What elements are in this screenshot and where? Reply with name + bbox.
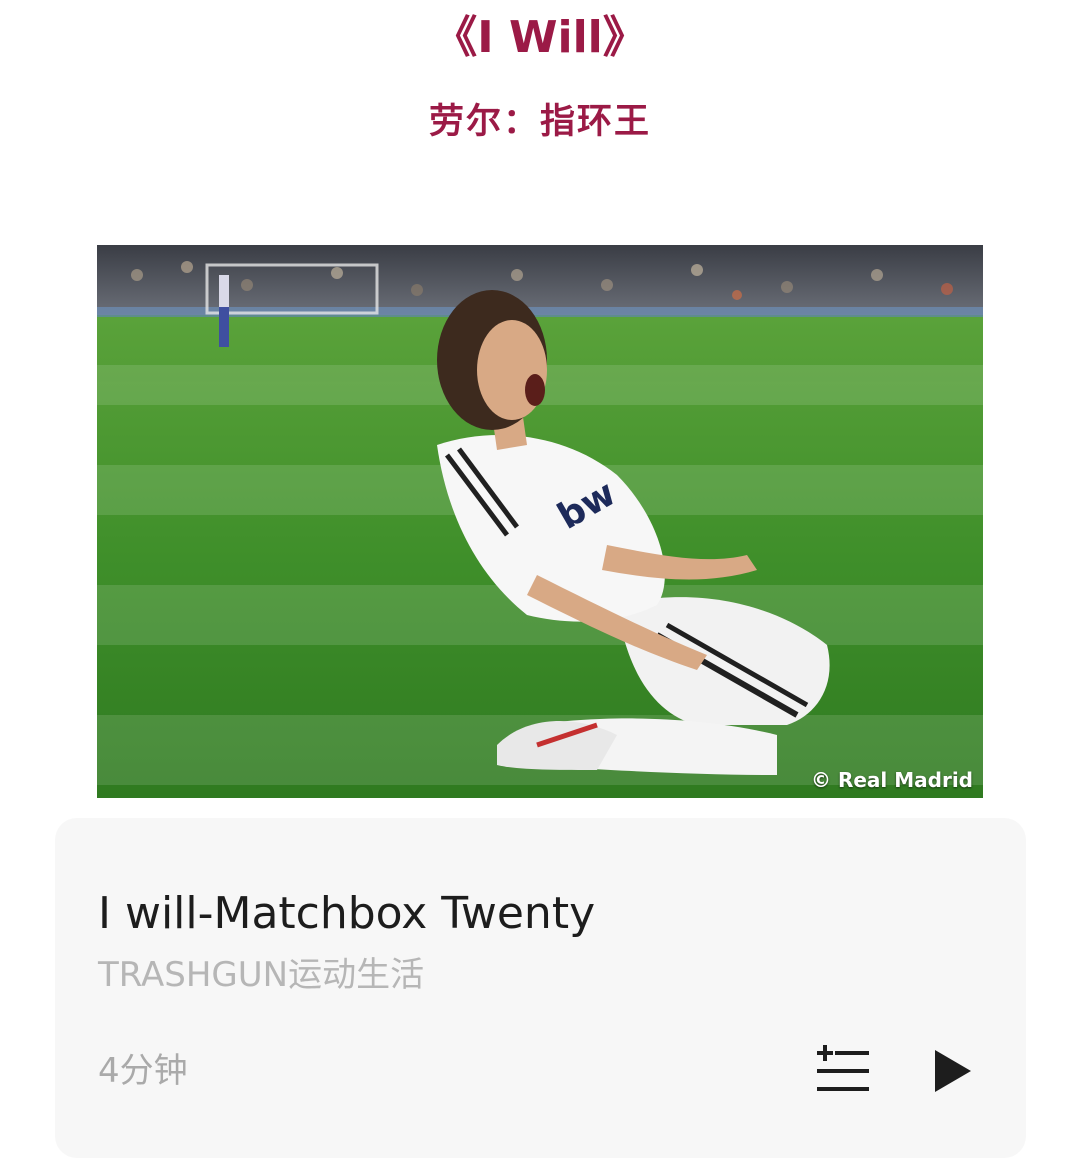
player-celebration-illustration: bw xyxy=(97,245,983,798)
song-title: I will-Matchbox Twenty xyxy=(98,888,596,939)
play-icon xyxy=(935,1050,971,1092)
article-photo: bw © Real Madrid xyxy=(97,245,983,798)
song-duration: 4分钟 xyxy=(98,1051,188,1091)
add-to-playlist-button[interactable] xyxy=(813,1044,873,1098)
photo-credit: © Real Madrid xyxy=(811,768,973,792)
article-title: 《I Will》 xyxy=(433,12,647,63)
song-source: TRASHGUN运动生活 xyxy=(98,955,425,995)
add-to-playlist-icon xyxy=(817,1045,869,1091)
article-subtitle: 劳尔：指环王 xyxy=(428,102,651,142)
play-button[interactable] xyxy=(927,1046,977,1096)
music-card[interactable]: I will-Matchbox Twenty TRASHGUN运动生活 4分钟 xyxy=(55,818,1026,1158)
